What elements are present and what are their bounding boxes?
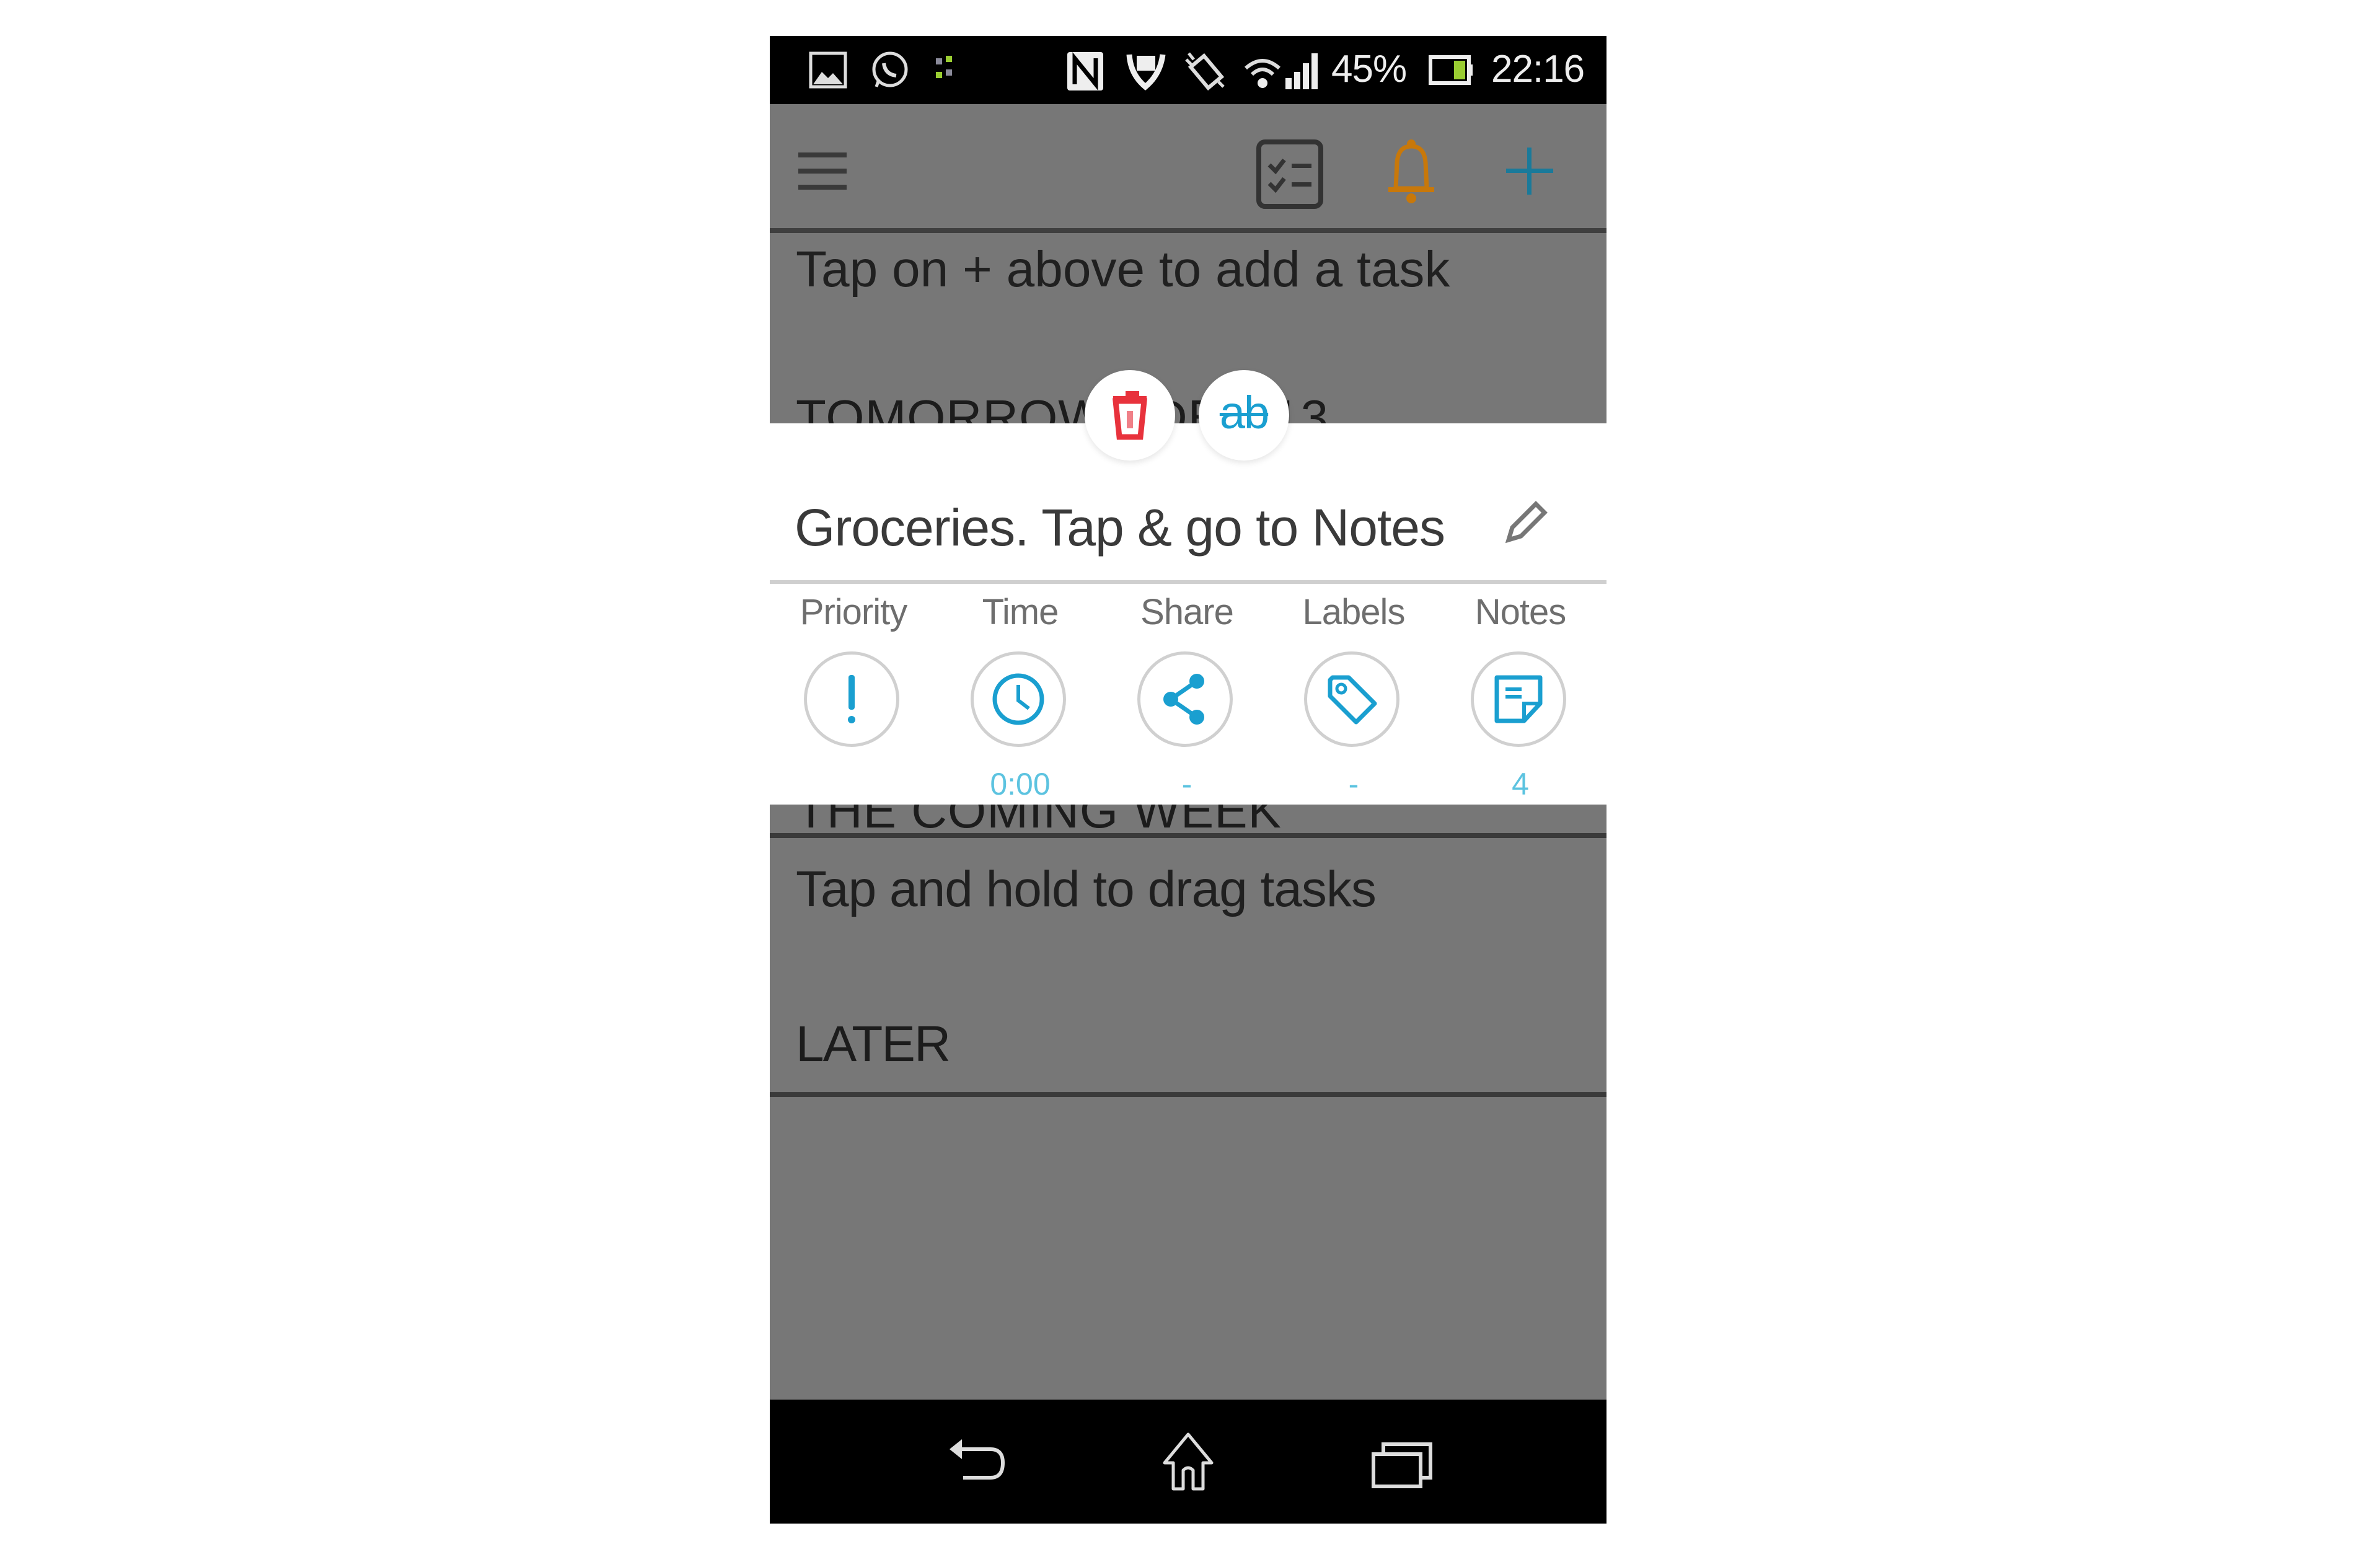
- share-button[interactable]: [1137, 651, 1233, 747]
- delete-icon: [1113, 391, 1147, 440]
- whatsapp-icon: [869, 50, 911, 90]
- tag-icon: [1328, 675, 1377, 725]
- strikethrough-complete-icon: ab: [1219, 387, 1269, 438]
- navigation-bar: [770, 1400, 1606, 1524]
- hamburger-menu-icon[interactable]: [797, 149, 848, 192]
- action-value: 0:00: [990, 767, 1051, 801]
- section-divider: [770, 833, 1606, 838]
- vibrate-icon: [1184, 50, 1227, 91]
- action-value: -: [1348, 767, 1359, 801]
- battery-icon: [1428, 50, 1475, 90]
- task-title[interactable]: Groceries. Tap & go to Notes: [795, 498, 1445, 558]
- action-label: Labels: [1302, 592, 1406, 632]
- task-details-popup: Groceries. Tap & go to Notes Priority Ti…: [770, 423, 1606, 805]
- hint-drag-tasks: Tap and hold to drag tasks: [796, 861, 1377, 917]
- app-bar: [770, 104, 1606, 233]
- back-icon[interactable]: [941, 1432, 1015, 1494]
- labels-button[interactable]: [1304, 651, 1399, 747]
- action-label: Notes: [1474, 592, 1567, 632]
- action-time[interactable]: Time 0:00: [952, 591, 1088, 801]
- section-header-later: LATER: [796, 1016, 951, 1072]
- gallery-icon: [808, 50, 848, 90]
- exclamation-icon: [848, 675, 855, 723]
- clock-time: 22:16: [1491, 48, 1585, 90]
- action-label: Priority: [800, 592, 907, 632]
- share-icon: [1163, 674, 1204, 725]
- battery-percent: 45%: [1331, 48, 1407, 90]
- wifi-icon: [1241, 50, 1284, 90]
- action-priority[interactable]: Priority: [785, 591, 922, 801]
- time-button[interactable]: [971, 651, 1066, 747]
- action-value: -: [1181, 767, 1192, 801]
- clock-icon: [992, 673, 1044, 725]
- notes-button[interactable]: [1471, 651, 1566, 747]
- status-bar: 45% 22:16: [770, 36, 1606, 104]
- complete-task-button[interactable]: ab: [1199, 370, 1289, 461]
- blackberry-icon: [932, 50, 957, 90]
- pencil-icon[interactable]: [1501, 498, 1551, 547]
- action-value: 4: [1512, 767, 1529, 801]
- priority-button[interactable]: [804, 651, 899, 747]
- section-divider: [770, 1092, 1606, 1097]
- recent-apps-icon[interactable]: [1366, 1432, 1440, 1494]
- action-share[interactable]: Share -: [1119, 591, 1255, 801]
- hint-add-task: Tap on + above to add a task: [796, 241, 1450, 298]
- action-notes[interactable]: Notes 4: [1452, 591, 1589, 801]
- shield-icon: [1124, 50, 1168, 90]
- bell-icon[interactable]: [1385, 138, 1438, 206]
- signal-icon: [1284, 50, 1324, 90]
- nfc-icon: [1065, 50, 1106, 90]
- home-icon[interactable]: [1151, 1432, 1225, 1494]
- phone-screen: 45% 22:16 Tap on + above to add a task T…: [770, 36, 1606, 1524]
- action-labels[interactable]: Labels -: [1285, 591, 1422, 801]
- title-divider: [770, 580, 1606, 584]
- action-label: Share: [1140, 592, 1234, 632]
- add-task-plus-icon[interactable]: [1505, 146, 1554, 196]
- section-header-coming-week: THE COMING WEEK: [796, 805, 1282, 829]
- delete-task-button[interactable]: [1085, 370, 1175, 461]
- note-icon: [1494, 675, 1543, 723]
- action-label: Time: [982, 592, 1059, 632]
- checklist-icon[interactable]: [1256, 139, 1324, 211]
